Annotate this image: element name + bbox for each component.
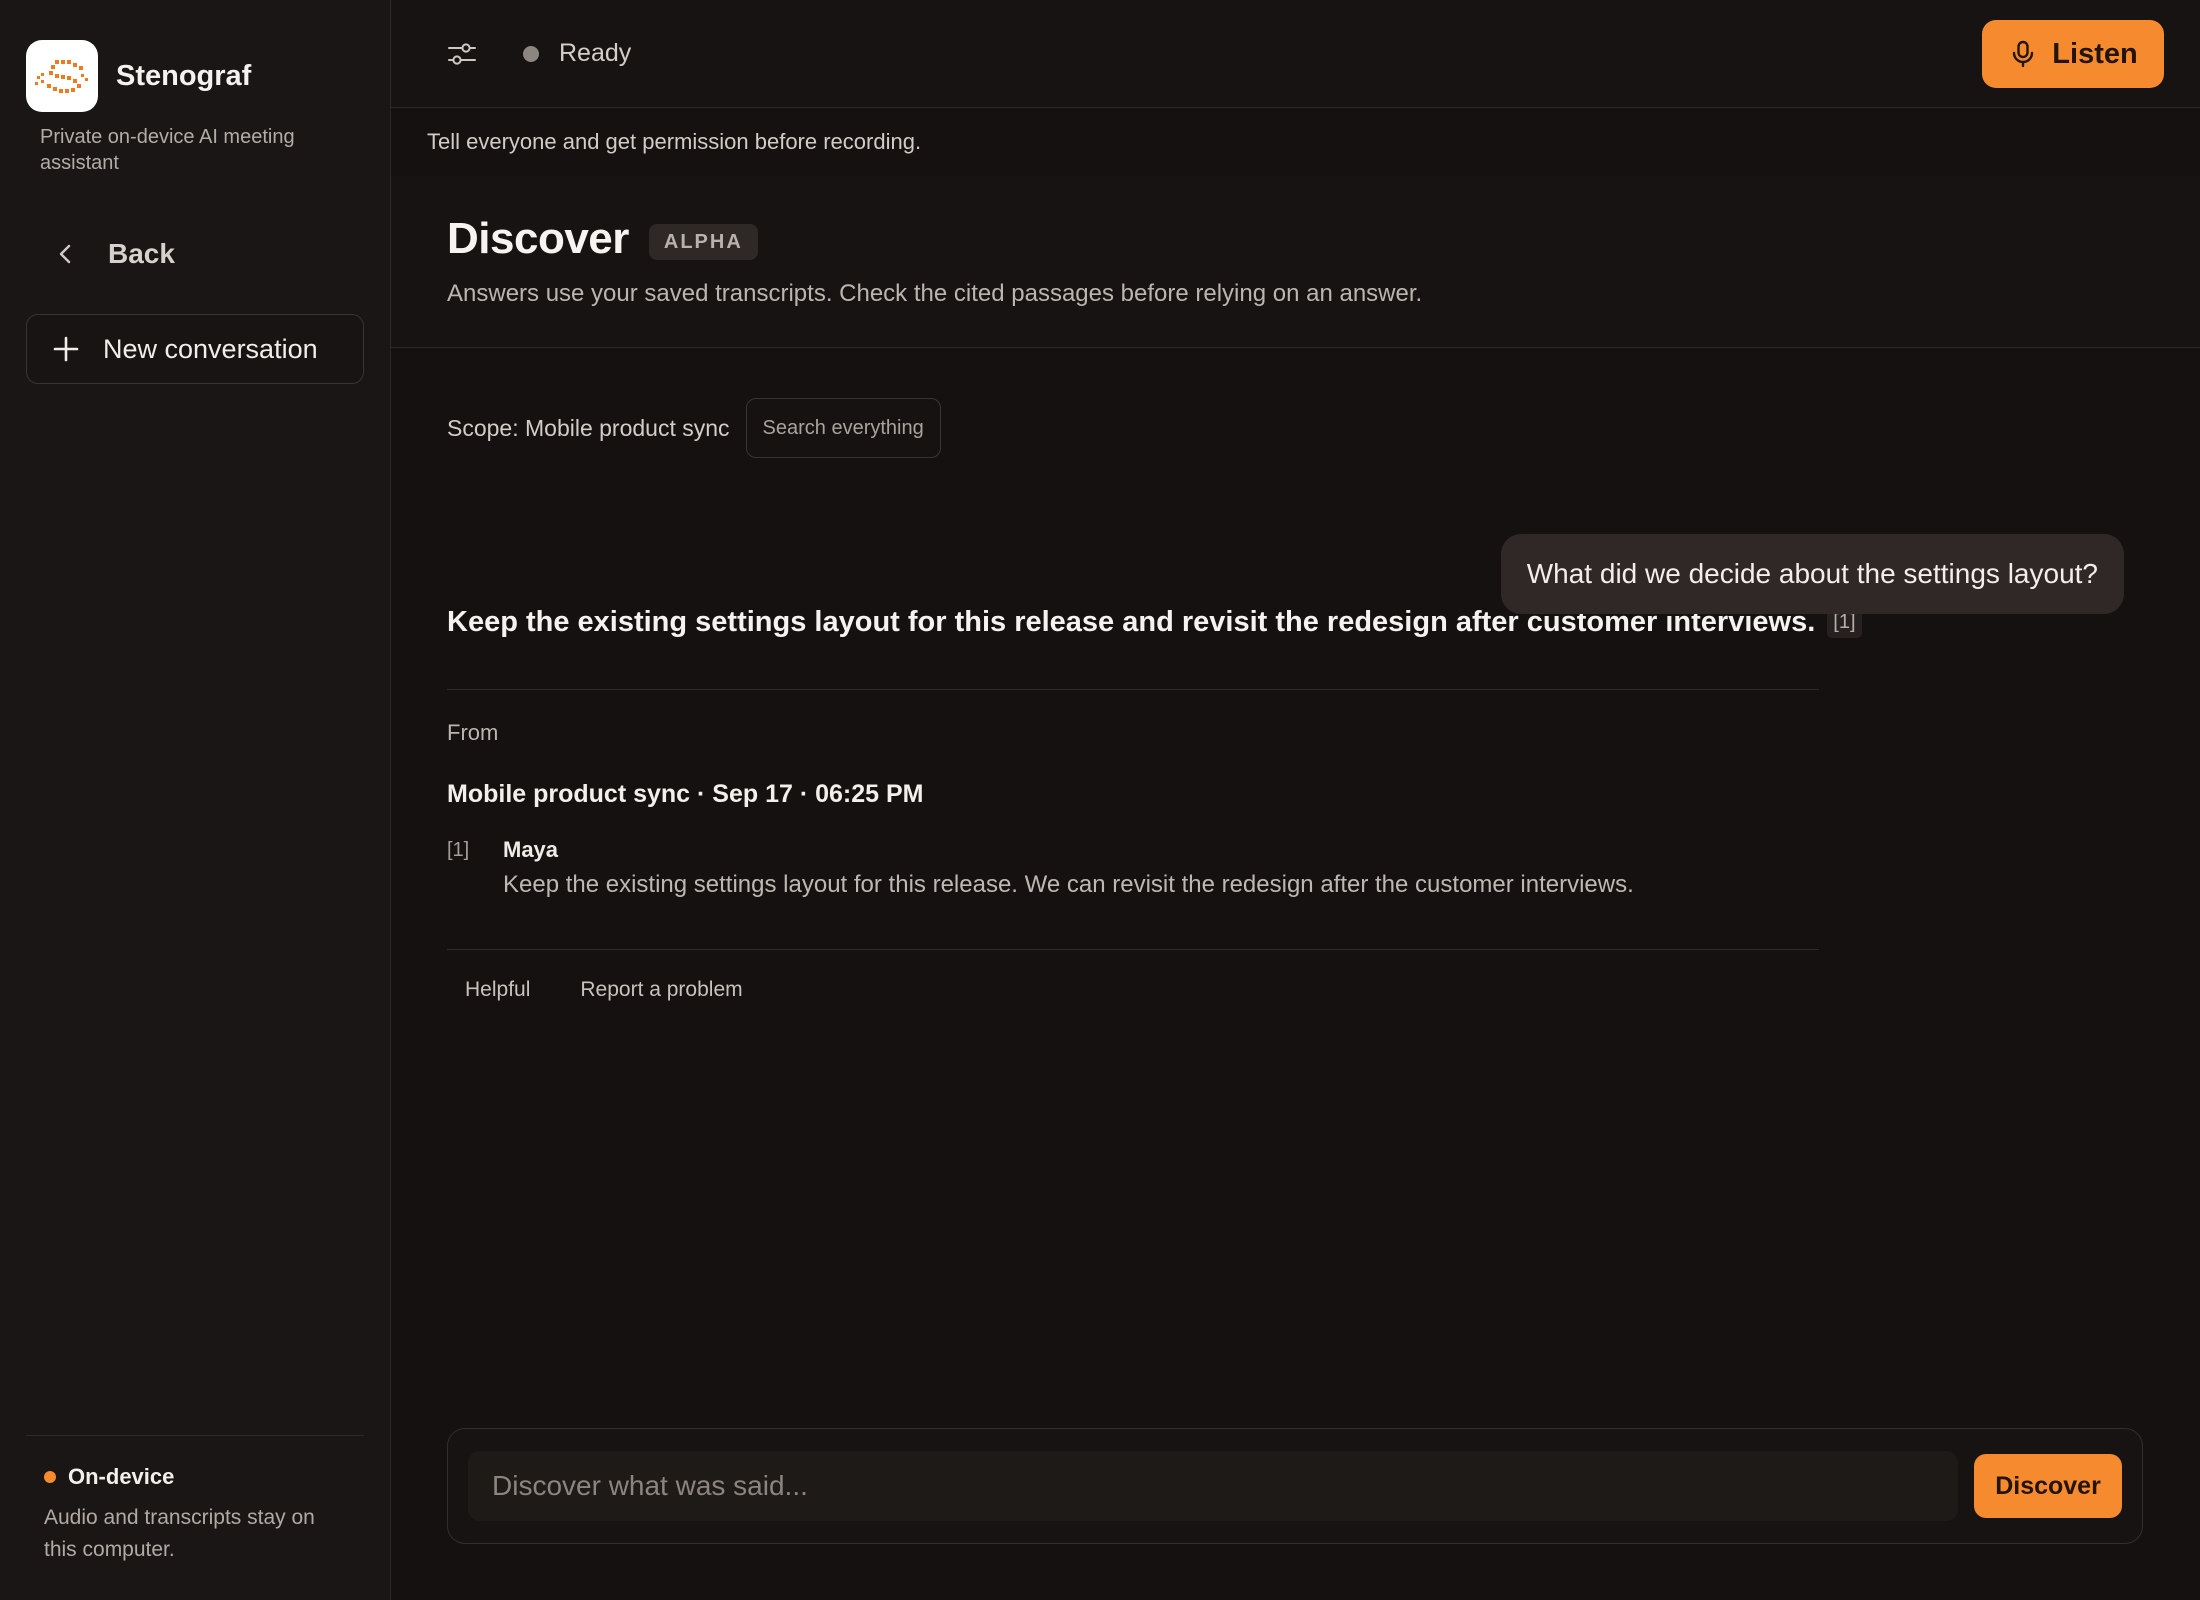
brand: Stenograf [26, 40, 364, 112]
alpha-badge: ALPHA [648, 224, 758, 260]
discover-button[interactable]: Discover [1974, 1454, 2122, 1518]
sidebar: Stenograf Private on-device AI meeting a… [0, 0, 391, 1600]
quote-body: Maya Keep the existing settings layout f… [503, 837, 1634, 899]
recording-notice: Tell everyone and get permission before … [391, 108, 2200, 176]
on-device-panel: On-device Audio and transcripts stay on … [26, 1435, 364, 1600]
page-title: Discover [447, 214, 629, 263]
discover-input[interactable] [468, 1451, 1958, 1521]
back-label: Back [108, 238, 175, 269]
new-conversation-button[interactable]: New conversation [26, 314, 364, 384]
quote-ref: [1] [447, 839, 470, 861]
scope-label: Scope: Mobile product sync [447, 414, 730, 441]
from-label: From [447, 720, 499, 745]
listen-button[interactable]: Listen [1982, 20, 2164, 88]
chevron-left-icon [59, 244, 71, 264]
source-meeting-title: Mobile product sync · Sep 17 · 06:25 PM [447, 780, 924, 808]
listen-label: Listen [2052, 37, 2138, 70]
search-everything-button[interactable]: Search everything [745, 398, 941, 458]
conversation-area: Scope: Mobile product sync Search everyt… [391, 398, 2200, 1002]
status-dot-icon [523, 45, 539, 62]
on-device-heading: On-device [44, 1464, 364, 1490]
status-text: Ready [559, 39, 632, 67]
composer: Discover [447, 1428, 2143, 1544]
logo-mark-icon [35, 60, 88, 93]
top-bar: Ready Listen [391, 0, 2200, 108]
main-area: Ready Listen Tell everyone and get permi… [391, 0, 2200, 1600]
page-subtitle: Answers use your saved transcripts. Chec… [447, 280, 1423, 307]
page-header: Discover ALPHA Answers use your saved tr… [391, 176, 2200, 348]
plus-icon [53, 336, 79, 362]
feedback-row: Helpful Report a problem [447, 978, 2200, 1002]
on-device-dot-icon [44, 1471, 56, 1483]
on-device-text: Audio and transcripts stay on this compu… [44, 1506, 315, 1561]
report-problem-button[interactable]: Report a problem [580, 978, 742, 1002]
on-device-title: On-device [68, 1464, 175, 1489]
app-name: Stenograf [116, 59, 252, 92]
user-question-bubble: What did we decide about the settings la… [1500, 534, 2124, 614]
new-conversation-label: New conversation [103, 333, 318, 364]
helpful-button[interactable]: Helpful [465, 978, 530, 1002]
stenograf-logo [26, 40, 98, 112]
title-row: Discover ALPHA [447, 214, 2200, 264]
source-quote: [1] Maya Keep the existing settings layo… [447, 837, 1819, 899]
app-tagline: Private on-device AI meeting assistant [40, 126, 295, 174]
microphone-icon [2013, 40, 2034, 68]
quote-speaker: Maya [503, 837, 559, 862]
app-window: Stenograf Private on-device AI meeting a… [0, 0, 2200, 1600]
quote-text: Keep the existing settings layout for th… [503, 871, 1634, 898]
scope-row: Scope: Mobile product sync Search everyt… [447, 398, 2200, 458]
back-button[interactable]: Back [26, 234, 364, 274]
sources-panel: From Mobile product sync · Sep 17 · 06:2… [447, 689, 1819, 950]
sliders-icon[interactable] [445, 37, 479, 71]
